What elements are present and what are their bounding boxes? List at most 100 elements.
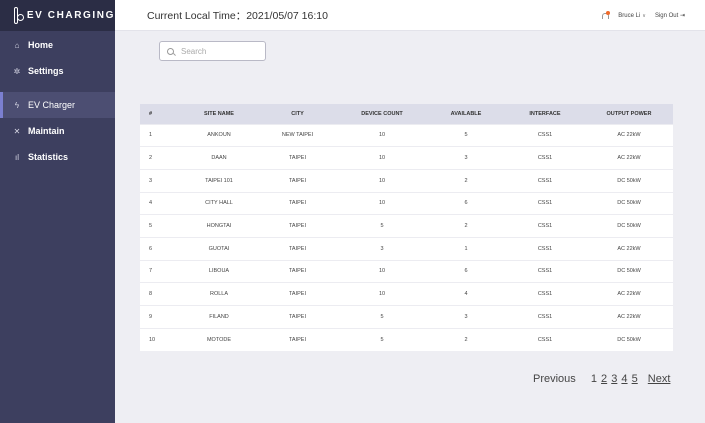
table-cell: CSS1 bbox=[505, 146, 585, 170]
table-row[interactable]: 9 FILAND TAIPEI 5 3 CSS1 AC 22kW bbox=[140, 305, 673, 329]
sidebar-item-label: Settings bbox=[28, 66, 64, 76]
table-cell: NEW TAIPEI bbox=[258, 123, 337, 147]
table-cell: DC 50kW bbox=[585, 327, 673, 351]
page-number-list: 1 2 3 4 5 bbox=[591, 373, 642, 385]
table-cell: AC 22kW bbox=[585, 305, 673, 329]
table-cell: 3 bbox=[427, 305, 505, 329]
table-cell: 7 bbox=[140, 259, 180, 283]
table-cell: TAIPEI bbox=[258, 305, 337, 329]
table-cell: 6 bbox=[427, 259, 505, 283]
sidebar-item-statistics[interactable]: ıl Statistics bbox=[0, 144, 115, 170]
table-cell: 5 bbox=[337, 327, 427, 351]
column-header: OUTPUT POWER bbox=[585, 104, 673, 124]
table-cell: 3 bbox=[140, 168, 180, 193]
nav-spacer bbox=[0, 84, 115, 92]
user-menu[interactable]: Bruce Li ∨ bbox=[618, 13, 646, 19]
pagination: Previous 1 2 3 4 5 Next bbox=[533, 373, 670, 385]
table-cell: MOTODE bbox=[180, 327, 258, 351]
table-cell: CSS1 bbox=[505, 305, 585, 329]
table-row[interactable]: 6 GUOTAI TAIPEI 3 1 CSS1 AC 22kW bbox=[140, 236, 673, 261]
table-row[interactable]: 1 ANKOUN NEW TAIPEI 10 5 CSS1 AC 22kW bbox=[140, 123, 673, 147]
table-row[interactable]: 7 LIBOUA TAIPEI 10 6 CSS1 DC 50kW bbox=[140, 259, 673, 283]
table-cell: LIBOUA bbox=[180, 259, 258, 283]
table-cell: 4 bbox=[427, 282, 505, 306]
table-cell: CSS1 bbox=[505, 168, 585, 193]
column-header: DEVICE COUNT bbox=[337, 104, 427, 124]
current-time-label: Current Local Time：2021/05/07 16:10 bbox=[147, 9, 328, 22]
table-cell: 3 bbox=[337, 236, 427, 261]
sidebar-item-maintain[interactable]: ✕ Maintain bbox=[0, 118, 115, 144]
sign-out-link[interactable]: Sign Out ⇥ bbox=[655, 12, 685, 19]
search-icon bbox=[167, 47, 174, 55]
page-link-5[interactable]: 5 bbox=[632, 373, 638, 385]
table-row[interactable]: 4 CITY HALL TAIPEI 10 6 CSS1 DC 50kW bbox=[140, 191, 673, 215]
column-header: SITE NAME bbox=[180, 104, 258, 124]
table-cell: 5 bbox=[140, 214, 180, 238]
table-cell: TAIPEI bbox=[258, 327, 337, 351]
table-cell: AC 22kW bbox=[585, 282, 673, 306]
table-cell: DAAN bbox=[180, 146, 258, 170]
page-link-1[interactable]: 1 bbox=[591, 373, 597, 385]
table-cell: 10 bbox=[337, 146, 427, 170]
table-cell: 10 bbox=[140, 327, 180, 351]
sidebar-item-label: EV Charger bbox=[28, 100, 76, 110]
ev-charger-logo-icon bbox=[14, 7, 24, 24]
table-cell: HONGTAI bbox=[180, 214, 258, 238]
table-cell: FILAND bbox=[180, 305, 258, 329]
sidebar-item-label: Maintain bbox=[28, 126, 65, 136]
column-header: CITY bbox=[258, 104, 337, 124]
table-body: 1 ANKOUN NEW TAIPEI 10 5 CSS1 AC 22kW 2 DAAN TAIP… bbox=[140, 123, 673, 351]
table-cell: 10 bbox=[337, 123, 427, 147]
table-cell: GUOTAI bbox=[180, 236, 258, 261]
sidebar: EV CHARGING ⌂ Home ✲ Settings ϟ EV Charger ✕ Ma… bbox=[0, 0, 115, 423]
table-cell: AC 22kW bbox=[585, 123, 673, 147]
table-cell: DC 50kW bbox=[585, 191, 673, 215]
user-name: Bruce Li bbox=[618, 12, 641, 19]
sidebar-item-label: Home bbox=[28, 40, 54, 50]
table-cell: 10 bbox=[337, 191, 427, 215]
table-cell: TAIPEI bbox=[258, 168, 337, 193]
table-cell: 6 bbox=[427, 191, 505, 215]
table-row[interactable]: 8 ROLLA TAIPEI 10 4 CSS1 AC 22kW bbox=[140, 282, 673, 306]
table-header-row: # SITE NAME CITY DEVICE COUNT AVAILABLE INTER… bbox=[140, 104, 673, 124]
page-link-4[interactable]: 4 bbox=[621, 373, 627, 385]
charger-sites-table: # SITE NAME CITY DEVICE COUNT AVAILABLE INTER… bbox=[140, 104, 673, 351]
table-cell: 1 bbox=[140, 123, 180, 147]
notification-bell-icon[interactable] bbox=[601, 10, 611, 20]
next-page-link[interactable]: Next bbox=[648, 373, 671, 385]
search-input[interactable] bbox=[181, 46, 261, 56]
gear-icon: ✲ bbox=[13, 66, 21, 76]
page-link-2[interactable]: 2 bbox=[601, 373, 607, 385]
table-cell: CSS1 bbox=[505, 282, 585, 306]
sidebar-item-home[interactable]: ⌂ Home bbox=[0, 32, 115, 58]
bar-chart-icon: ıl bbox=[15, 152, 19, 162]
table-row[interactable]: 2 DAAN TAIPEI 10 3 CSS1 AC 22kW bbox=[140, 146, 673, 170]
sidebar-item-label: Statistics bbox=[28, 152, 69, 162]
sidebar-item-settings[interactable]: ✲ Settings bbox=[0, 58, 115, 84]
page-link-3[interactable]: 3 bbox=[611, 373, 617, 385]
table-cell: 5 bbox=[337, 305, 427, 329]
table-cell: TAIPEI bbox=[258, 214, 337, 238]
search-box[interactable] bbox=[159, 41, 266, 61]
table-row[interactable]: 10 MOTODE TAIPEI 5 2 CSS1 DC 50kW bbox=[140, 327, 673, 351]
table-cell: 2 bbox=[427, 214, 505, 238]
table-row[interactable]: 3 TAIPEI 101 TAIPEI 10 2 CSS1 DC 50kW bbox=[140, 168, 673, 193]
table-cell: DC 50kW bbox=[585, 168, 673, 193]
home-icon: ⌂ bbox=[14, 40, 20, 50]
table-cell: ROLLA bbox=[180, 282, 258, 306]
chevron-down-icon: ∨ bbox=[642, 12, 646, 19]
top-header: Current Local Time：2021/05/07 16:10 Bruc… bbox=[115, 0, 705, 31]
table-cell: 2 bbox=[427, 168, 505, 193]
table-cell: 4 bbox=[140, 191, 180, 215]
table-cell: CSS1 bbox=[505, 236, 585, 261]
previous-page-button[interactable]: Previous bbox=[533, 373, 576, 385]
table-cell: TAIPEI bbox=[258, 282, 337, 306]
table-row[interactable]: 5 HONGTAI TAIPEI 5 2 CSS1 DC 50kW bbox=[140, 214, 673, 238]
table-cell: CSS1 bbox=[505, 259, 585, 283]
sidebar-item-ev-charger[interactable]: ϟ EV Charger bbox=[0, 92, 115, 118]
table-cell: TAIPEI 101 bbox=[180, 168, 258, 193]
table-cell: AC 22kW bbox=[585, 236, 673, 261]
table-cell: 3 bbox=[427, 146, 505, 170]
table-cell: TAIPEI bbox=[258, 146, 337, 170]
tools-icon: ✕ bbox=[13, 126, 21, 136]
